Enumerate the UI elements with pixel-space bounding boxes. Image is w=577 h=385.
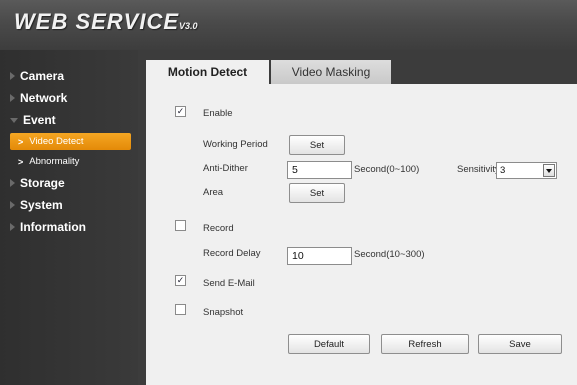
chevron-right-icon bbox=[10, 94, 15, 102]
anti-dither-input[interactable]: 5 bbox=[287, 161, 352, 179]
send-email-checkbox[interactable]: ✓ bbox=[175, 275, 186, 286]
settings-panel: ✓ Enable Working Period Set Anti-Dither … bbox=[146, 84, 577, 385]
record-delay-input[interactable]: 10 bbox=[287, 247, 352, 265]
brand-version: V3.0 bbox=[179, 21, 198, 31]
refresh-button[interactable]: Refresh bbox=[381, 334, 469, 354]
chevron-right-icon bbox=[10, 72, 15, 80]
chevron-down-icon bbox=[543, 164, 555, 177]
brand-title: WEB SERVICE bbox=[14, 9, 180, 34]
sidebar-item-camera[interactable]: Camera bbox=[0, 67, 138, 85]
default-button[interactable]: Default bbox=[288, 334, 370, 354]
chevron-right-icon: > bbox=[18, 156, 24, 167]
sidebar-item-label: Camera bbox=[20, 69, 65, 83]
area-set-button[interactable]: Set bbox=[289, 183, 345, 203]
sidebar-item-video-detect[interactable]: > Video Detect bbox=[10, 133, 131, 150]
sidebar-item-information[interactable]: Information bbox=[0, 218, 138, 236]
sidebar-item-network[interactable]: Network bbox=[0, 89, 138, 107]
record-checkbox[interactable] bbox=[175, 220, 186, 231]
tab-video-masking[interactable]: Video Masking bbox=[271, 60, 391, 84]
sensitivity-select[interactable]: 3 bbox=[496, 162, 557, 179]
sidebar-item-label: Network bbox=[20, 91, 68, 105]
main-content: Motion Detect Video Masking ✓ Enable Wor… bbox=[146, 60, 577, 385]
snapshot-label: Snapshot bbox=[203, 307, 244, 318]
sidebar-item-label: Information bbox=[20, 220, 86, 234]
chevron-down-icon bbox=[10, 117, 18, 123]
snapshot-checkbox[interactable] bbox=[175, 304, 186, 315]
save-button[interactable]: Save bbox=[478, 334, 562, 354]
brand-logo: WEB SERVICEV3.0 bbox=[14, 9, 198, 35]
working-period-set-button[interactable]: Set bbox=[289, 135, 345, 155]
sidebar-item-abnormality[interactable]: > Abnormality bbox=[10, 153, 131, 170]
anti-dither-unit: Second(0~100) bbox=[354, 164, 420, 175]
record-delay-label: Record Delay bbox=[203, 248, 261, 259]
anti-dither-label: Anti-Dither bbox=[203, 163, 248, 174]
enable-checkbox[interactable]: ✓ bbox=[175, 106, 186, 117]
sidebar-item-label: Event bbox=[23, 113, 56, 127]
record-label: Record bbox=[203, 223, 234, 234]
chevron-right-icon bbox=[10, 223, 15, 231]
sidebar-item-storage[interactable]: Storage bbox=[0, 174, 138, 192]
sidebar-item-event[interactable]: Event bbox=[0, 111, 138, 129]
working-period-label: Working Period bbox=[203, 139, 268, 150]
header-bar: WEB SERVICEV3.0 bbox=[0, 0, 577, 50]
area-label: Area bbox=[203, 187, 224, 198]
sidebar-item-label: Storage bbox=[20, 176, 65, 190]
tab-motion-detect[interactable]: Motion Detect bbox=[146, 60, 269, 84]
sidebar-item-label: System bbox=[20, 198, 63, 212]
record-delay-unit: Second(10~300) bbox=[354, 249, 425, 260]
sidebar-item-label: Video Detect bbox=[29, 136, 84, 147]
sidebar: Camera Network Event > Video Detect > Abno… bbox=[0, 50, 138, 385]
sidebar-item-system[interactable]: System bbox=[0, 196, 138, 214]
enable-label: Enable bbox=[203, 108, 233, 119]
chevron-right-icon: > bbox=[18, 136, 24, 147]
sensitivity-label: Sensitivity bbox=[457, 164, 500, 175]
chevron-right-icon bbox=[10, 179, 15, 187]
send-email-label: Send E-Mail bbox=[203, 278, 255, 289]
sidebar-item-label: Abnormality bbox=[29, 156, 80, 167]
chevron-right-icon bbox=[10, 201, 15, 209]
sensitivity-value: 3 bbox=[500, 165, 506, 176]
